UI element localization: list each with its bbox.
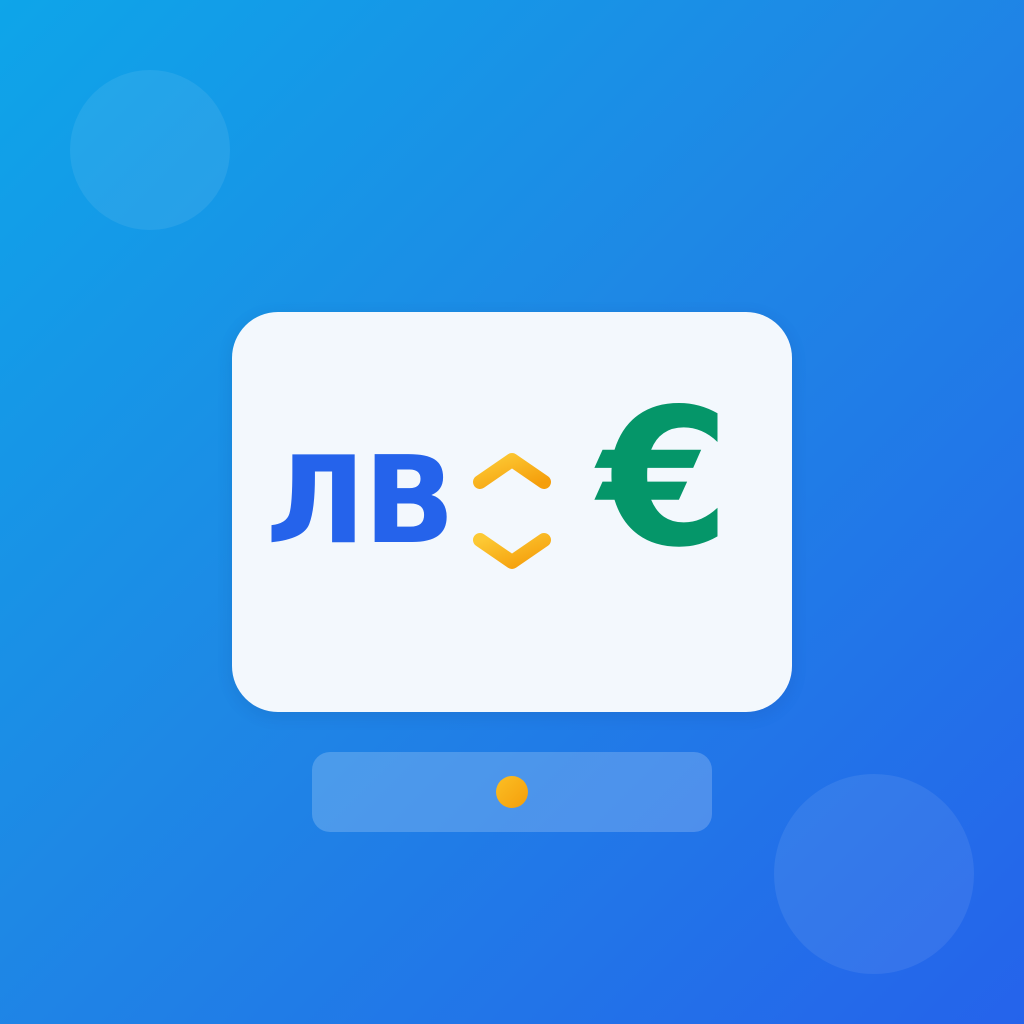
euro-currency-symbol: € — [598, 368, 731, 589]
chevron-down-icon — [473, 533, 551, 569]
chevron-up-icon — [473, 453, 551, 489]
decorative-circle-bottom-right — [774, 774, 974, 974]
indicator-bar — [312, 752, 712, 832]
lev-currency-label: ЛВ — [266, 432, 455, 571]
up-down-chevrons-icon — [473, 453, 551, 569]
decorative-circle-top-left — [70, 70, 230, 230]
app-icon-canvas: ЛВ € — [0, 0, 1024, 1024]
dot-icon — [496, 776, 528, 808]
